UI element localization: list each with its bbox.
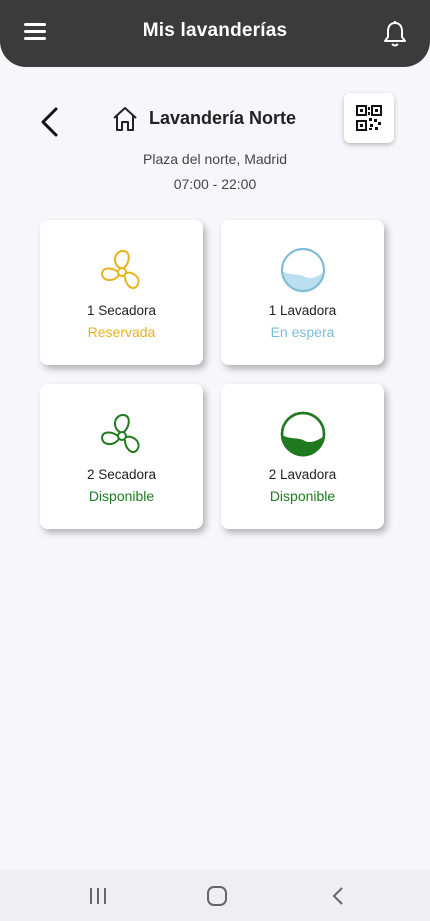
system-nav-bar xyxy=(0,870,430,921)
status-badge: Disponible xyxy=(269,488,336,504)
laundry-address: Plaza del norte, Madrid xyxy=(143,151,287,167)
bell-icon[interactable] xyxy=(382,20,408,48)
machine-card[interactable]: 2 Secadora Disponible xyxy=(40,384,203,529)
machine-label: 2 Secadora xyxy=(86,467,157,482)
machine-card[interactable]: 1 Secadora Reservada xyxy=(40,220,203,365)
home-nav-icon[interactable] xyxy=(206,886,228,906)
qr-code-button[interactable] xyxy=(344,93,394,143)
qr-code-icon xyxy=(356,105,382,131)
washer-drum-icon xyxy=(280,411,326,457)
fan-icon xyxy=(100,413,140,454)
machine-label: 1 Lavadora xyxy=(268,303,337,318)
machine-label: 1 Secadora xyxy=(86,303,157,318)
machine-card[interactable]: 1 Lavadora En espera xyxy=(221,220,384,365)
fan-icon xyxy=(100,249,140,290)
status-badge: Reservada xyxy=(87,324,156,340)
laundry-name: Lavandería Norte xyxy=(149,108,297,128)
laundry-hours: 07:00 - 22:00 xyxy=(173,176,257,192)
machine-label: 2 Lavadora xyxy=(268,467,337,482)
machine-card[interactable]: 2 Lavadora Disponible xyxy=(221,384,384,529)
home-icon xyxy=(113,107,137,131)
laundry-header: Lavandería Norte xyxy=(0,92,430,152)
page-title: Mis lavanderías xyxy=(142,20,288,41)
back-nav-icon[interactable] xyxy=(330,886,346,906)
back-arrow-icon[interactable] xyxy=(38,106,62,138)
status-badge: Disponible xyxy=(88,488,155,504)
recent-apps-icon[interactable] xyxy=(88,886,108,906)
washer-drum-icon xyxy=(281,248,325,293)
status-badge: En espera xyxy=(270,324,335,340)
top-app-bar: Mis lavanderías xyxy=(0,0,430,67)
